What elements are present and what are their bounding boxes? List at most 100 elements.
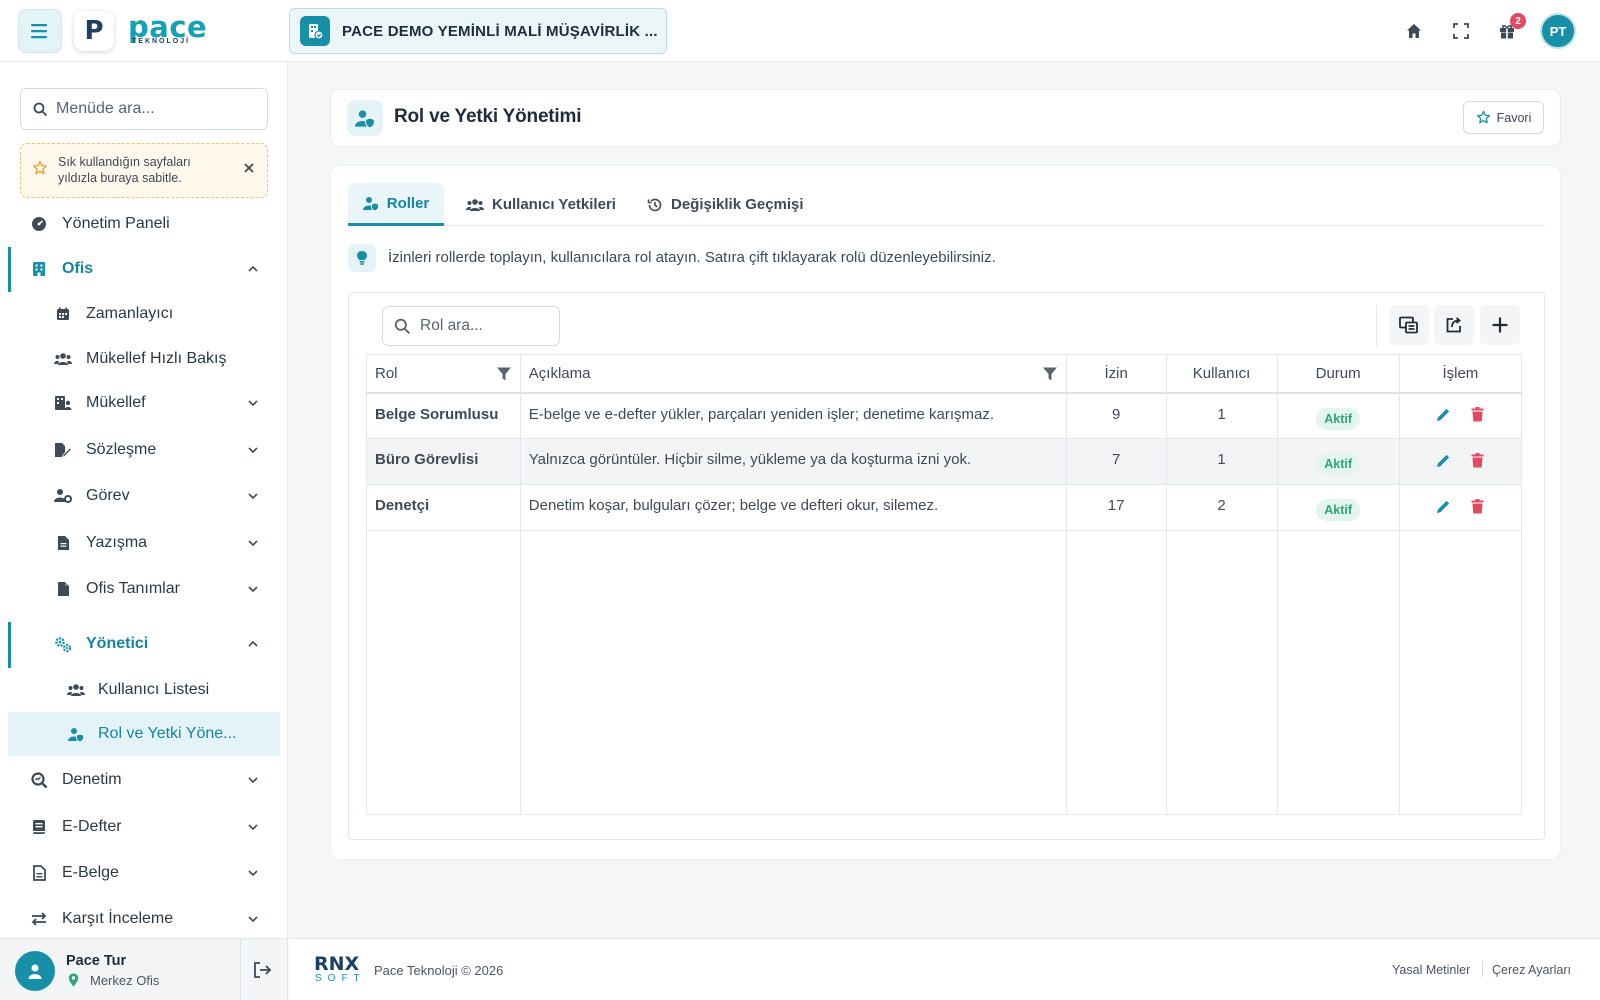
pencil-icon — [1436, 454, 1449, 467]
role-description: Denetim koşar, bulguları çözer; belge ve… — [519, 484, 1067, 531]
sidebar-item-kullanici-listesi[interactable]: Kullanıcı Listesi — [8, 668, 280, 712]
role-description: Yalnızca görüntüler. Hiçbir silme, yükle… — [519, 438, 1067, 485]
sidebar-item-dashboard[interactable]: Yönetim Paneli — [8, 202, 280, 246]
permission-count: 7 — [1065, 438, 1167, 485]
filter-icon[interactable] — [496, 366, 512, 382]
tab-degisiklik-gecmisi[interactable]: Değişiklik Geçmişi — [647, 183, 804, 226]
users-icon — [67, 681, 85, 699]
chevron-down-icon — [248, 447, 258, 454]
export-button[interactable] — [1434, 305, 1474, 345]
star-icon — [1476, 110, 1490, 124]
page-header-card: Rol ve Yetki Yönetimi Favori — [330, 89, 1561, 147]
sidebar-item-rol-ve-yetki[interactable]: Rol ve Yetki Yöne... — [8, 712, 280, 756]
table-row[interactable]: Belge Sorumlusu E-belge ve e-defter yükl… — [366, 392, 1523, 439]
empty-grid-area — [366, 530, 1523, 815]
company-selector[interactable]: PACE DEMO YEMİNLİ MALİ MÜŞAVİRLİK ... — [289, 8, 667, 54]
pencil-icon — [1436, 408, 1449, 421]
logo-mark[interactable]: P — [74, 11, 114, 51]
column-header-islem: İşlem — [1398, 354, 1523, 394]
sidebar-item-yonetici[interactable]: Yönetici — [8, 622, 280, 666]
permission-count: 17 — [1065, 484, 1167, 531]
favorite-button[interactable]: Favori — [1463, 101, 1544, 134]
add-role-button[interactable] — [1480, 305, 1520, 345]
status-cell: Aktif — [1276, 438, 1400, 485]
user-avatar[interactable]: PT — [1540, 13, 1576, 49]
search-icon — [394, 318, 410, 334]
column-header-kullanici[interactable]: Kullanıcı — [1165, 354, 1278, 394]
company-name: PACE DEMO YEMİNLİ MALİ MÜŞAVİRLİK ... — [342, 22, 658, 40]
dashboard-icon — [30, 215, 48, 233]
sidebar-item-mukellef[interactable]: Mükellef — [8, 381, 280, 425]
status-badge: Aktif — [1316, 407, 1361, 430]
file-signature-icon — [54, 441, 72, 459]
sidebar-item-zamanlayici[interactable]: Zamanlayıcı — [8, 292, 280, 336]
plus-icon — [1492, 317, 1508, 333]
roles-table: Rol Açıklama İzin Kullanıcı Durum İşlem … — [366, 354, 1523, 815]
chevron-up-icon — [248, 265, 258, 272]
sidebar-item-karsit-inceleme[interactable]: Karşıt İnceleme — [8, 897, 280, 938]
column-header-aciklama[interactable]: Açıklama — [519, 354, 1067, 394]
role-search-input[interactable] — [420, 317, 550, 335]
column-header-rol[interactable]: Rol — [366, 354, 521, 394]
edit-button[interactable] — [1434, 451, 1452, 469]
menu-toggle-button[interactable] — [18, 9, 62, 53]
tab-roller[interactable]: Roller — [348, 183, 444, 226]
logout-icon[interactable] — [252, 960, 272, 980]
legal-link[interactable]: Yasal Metinler — [1392, 963, 1470, 977]
sidebar-item-mukellef-hizli-bakis[interactable]: Mükellef Hızlı Bakış — [8, 337, 280, 381]
close-icon[interactable] — [243, 162, 255, 174]
chevron-down-icon — [248, 916, 258, 923]
notification-badge: 2 — [1510, 13, 1526, 29]
sidebar-item-sozlesme[interactable]: Sözleşme — [8, 428, 280, 472]
column-chooser-button[interactable] — [1389, 305, 1429, 345]
users-icon — [54, 350, 72, 368]
table-row[interactable]: Büro Görevlisi Yalnızca görüntüler. Hiçb… — [366, 438, 1523, 485]
building-icon — [30, 260, 48, 278]
user-shield-icon — [362, 196, 379, 211]
sidebar-item-e-defter[interactable]: E-Defter — [8, 805, 280, 849]
user-count: 1 — [1165, 438, 1278, 485]
status-cell: Aktif — [1276, 484, 1400, 531]
home-button[interactable] — [1402, 19, 1426, 43]
trash-icon — [1471, 407, 1484, 422]
star-icon — [33, 160, 47, 175]
column-header-izin[interactable]: İzin — [1065, 354, 1167, 394]
lightbulb-icon — [348, 244, 376, 272]
building-user-icon — [54, 394, 72, 412]
chevron-down-icon — [248, 870, 258, 877]
sidebar-item-gorev[interactable]: Görev — [8, 474, 280, 518]
file-text-icon — [30, 864, 48, 882]
user-avatar-icon[interactable] — [15, 951, 55, 991]
tab-bar: Roller Kullanıcı Yetkileri Değişiklik Ge… — [348, 183, 1545, 226]
delete-button[interactable] — [1468, 497, 1486, 515]
chevron-down-icon — [248, 493, 258, 500]
menu-search[interactable] — [20, 88, 268, 130]
user-office: Merkez Ofis — [90, 973, 160, 988]
sidebar: Sık kullandığın sayfaları yıldızla buray… — [0, 62, 288, 938]
sidebar-item-e-belge[interactable]: E-Belge — [8, 851, 280, 895]
sidebar-item-ofis-tanimlar[interactable]: Ofis Tanımlar — [8, 567, 280, 611]
history-icon — [647, 198, 662, 211]
sidebar-item-yazisma[interactable]: Yazışma — [8, 521, 280, 565]
table-row[interactable]: Denetçi Denetim koşar, bulguları çözer; … — [366, 484, 1523, 531]
edit-button[interactable] — [1434, 406, 1452, 424]
cookie-settings-link[interactable]: Çerez Ayarları — [1492, 963, 1571, 977]
filter-icon[interactable] — [1042, 366, 1058, 382]
chevron-down-icon — [248, 824, 258, 831]
pencil-icon — [1436, 500, 1449, 513]
delete-button[interactable] — [1468, 451, 1486, 469]
delete-button[interactable] — [1468, 406, 1486, 424]
fullscreen-button[interactable] — [1449, 19, 1473, 43]
columns-icon — [1399, 316, 1418, 334]
column-header-durum[interactable]: Durum — [1276, 354, 1400, 394]
actions-cell — [1398, 392, 1523, 439]
actions-cell — [1398, 484, 1523, 531]
tab-kullanici-yetkileri[interactable]: Kullanıcı Yetkileri — [466, 183, 616, 226]
edit-button[interactable] — [1434, 497, 1452, 515]
company-building-icon — [300, 16, 330, 46]
divider — [1482, 961, 1483, 977]
sidebar-item-denetim[interactable]: Denetim — [8, 758, 280, 802]
role-search[interactable] — [382, 306, 560, 346]
sidebar-item-ofis[interactable]: Ofis — [8, 247, 280, 291]
menu-search-input[interactable] — [56, 100, 256, 118]
